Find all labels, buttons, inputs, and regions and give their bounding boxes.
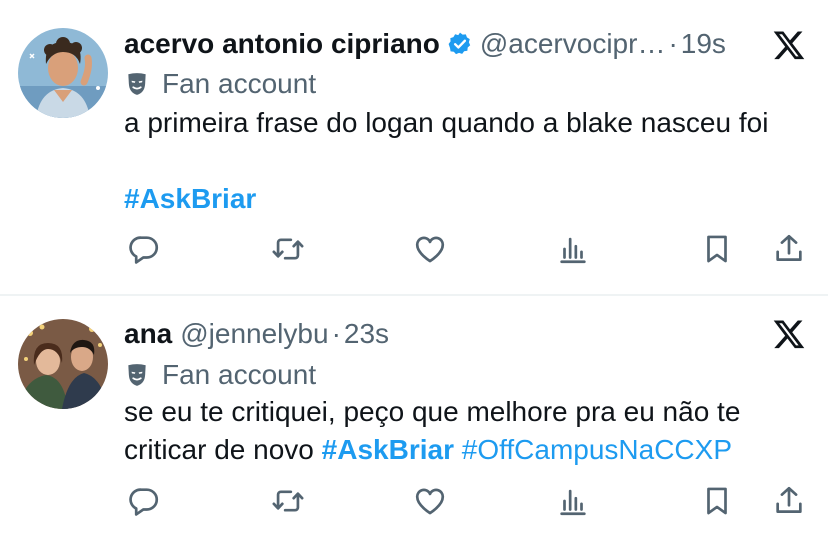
views-icon — [560, 489, 586, 516]
x-logo-icon — [773, 320, 805, 349]
fan-account-text: Fan account — [162, 359, 317, 390]
reply-button[interactable] — [127, 232, 161, 266]
tweet-header: acervo antonio cipriano @acervocipr… · 1… — [124, 27, 778, 61]
mask-icon — [128, 73, 146, 95]
x-logo-icon — [773, 31, 805, 60]
retweet-icon — [272, 238, 304, 260]
views-icon — [560, 237, 586, 264]
retweet-button[interactable] — [271, 232, 305, 266]
share-icon — [776, 486, 802, 513]
tweet-text-line: se eu te critiquei, peço que melhore pra… — [124, 396, 741, 427]
mask-icon — [128, 364, 146, 386]
bookmark-icon — [707, 487, 727, 515]
handle[interactable]: @acervocipr… — [480, 27, 666, 61]
verified-badge-icon[interactable] — [447, 31, 473, 57]
fan-account-label: Fan account — [124, 67, 316, 101]
like-icon — [415, 236, 445, 263]
avatar[interactable] — [18, 28, 108, 118]
retweet-icon — [272, 490, 304, 512]
views-button[interactable] — [556, 232, 590, 266]
bookmark-button[interactable] — [700, 484, 734, 518]
tweet-hashtags: #AskBriar — [124, 181, 256, 217]
like-button[interactable] — [413, 484, 447, 518]
tweet[interactable]: acervo antonio cipriano @acervocipr… · 1… — [0, 0, 828, 294]
separator-dot: · — [668, 28, 678, 59]
display-name[interactable]: ana — [124, 317, 172, 351]
share-button[interactable] — [772, 484, 806, 518]
tweet[interactable]: ana @jennelybu · 23s Fan account se eu t… — [0, 296, 828, 544]
handle[interactable]: @jennelybu — [180, 317, 328, 351]
share-button[interactable] — [772, 232, 806, 266]
hashtag-link[interactable]: #AskBriar — [124, 183, 256, 214]
tweet-text: criticar de novo #AskBriar #OffCampusNaC… — [124, 432, 732, 468]
fan-account-text: Fan account — [162, 68, 317, 99]
tweet-header: ana @jennelybu · 23s — [124, 317, 778, 351]
avatar[interactable] — [18, 319, 108, 409]
share-icon — [776, 234, 802, 261]
display-name[interactable]: acervo antonio cipriano — [124, 27, 440, 61]
like-button[interactable] — [413, 232, 447, 266]
reply-icon — [129, 236, 159, 264]
tweet-text-line: a primeira frase do logan quando a blake… — [124, 107, 769, 138]
tweet-actions — [0, 484, 828, 520]
timestamp[interactable]: 19s — [681, 27, 726, 61]
like-icon — [415, 488, 445, 515]
views-button[interactable] — [556, 484, 590, 518]
reply-button[interactable] — [127, 484, 161, 518]
tweet-text: a primeira frase do logan quando a blake… — [124, 105, 768, 141]
tweet-text-line: criticar de novo — [124, 434, 314, 465]
fan-account-label: Fan account — [124, 358, 316, 392]
hashtag-link[interactable]: #OffCampusNaCCXP — [462, 434, 732, 465]
tweet-text: se eu te critiquei, peço que melhore pra… — [124, 394, 740, 430]
tweet-actions — [0, 232, 828, 268]
bookmark-icon — [707, 235, 727, 263]
separator-dot: · — [331, 318, 341, 349]
bookmark-button[interactable] — [700, 232, 734, 266]
timestamp[interactable]: 23s — [344, 317, 389, 351]
hashtag-link[interactable]: #AskBriar — [322, 434, 454, 465]
reply-icon — [129, 488, 159, 516]
retweet-button[interactable] — [271, 484, 305, 518]
